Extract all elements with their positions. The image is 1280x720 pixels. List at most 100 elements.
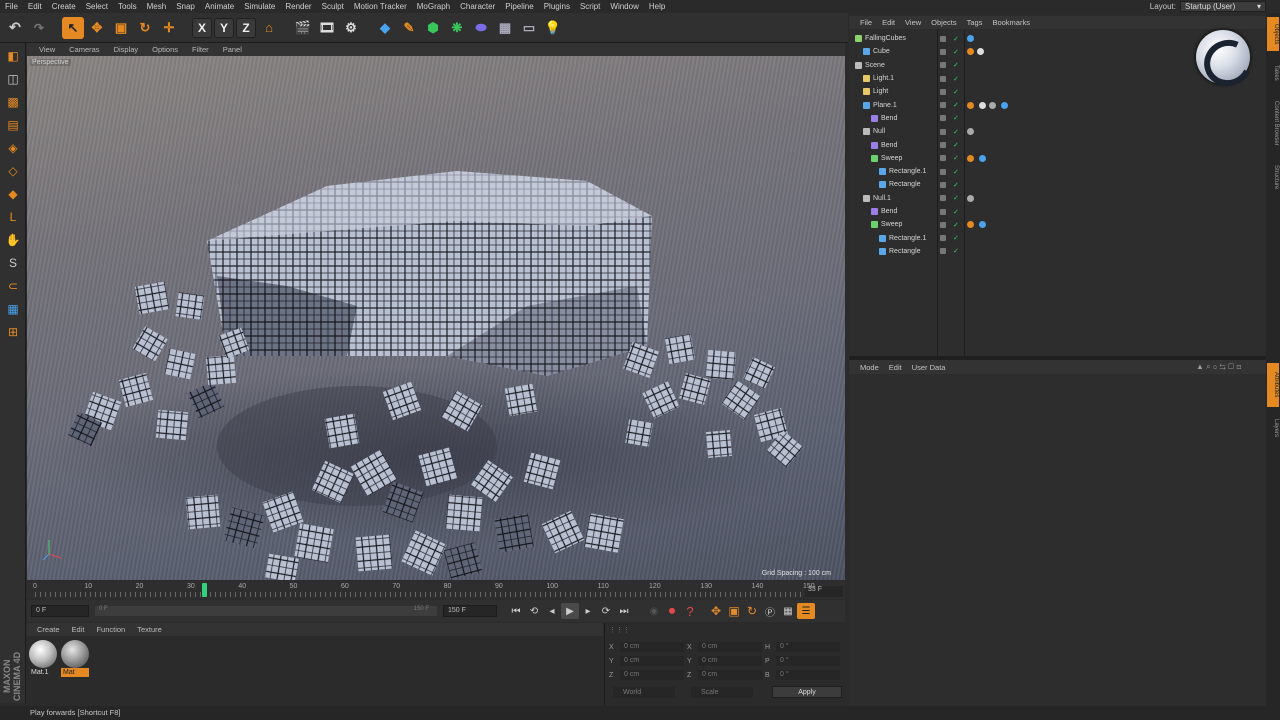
visibility-dots-icon[interactable]	[940, 115, 946, 122]
timeline-window-icon[interactable]: ☰	[797, 603, 815, 619]
object-row[interactable]: Rectangle.1 ✓	[849, 165, 1266, 178]
enabled-check-icon[interactable]: ✓	[953, 194, 959, 202]
visibility-dots-icon[interactable]	[940, 181, 946, 188]
cube-icon[interactable]: ◆	[374, 17, 396, 39]
menu-edit[interactable]: Edit	[23, 2, 47, 11]
tag-icon[interactable]	[979, 154, 986, 162]
tag-icon[interactable]	[1001, 101, 1008, 109]
scale-dropdown[interactable]: Scale	[691, 687, 753, 698]
end-frame-field[interactable]: 150 F	[443, 605, 497, 617]
visibility-dots-icon[interactable]	[940, 128, 946, 135]
make-editable-icon[interactable]: ◧	[2, 46, 24, 66]
layout-select[interactable]: Startup (User) ▾	[1180, 1, 1266, 12]
tab-layers[interactable]: Layers	[1267, 411, 1279, 445]
visibility-dots-icon[interactable]	[940, 221, 946, 228]
object-menu-objects[interactable]: Objects	[926, 18, 961, 27]
menu-simulate[interactable]: Simulate	[239, 2, 280, 11]
visibility-dots-icon[interactable]	[940, 142, 946, 149]
recent-tools-icon[interactable]: ✛	[158, 17, 180, 39]
visibility-dots-icon[interactable]	[940, 48, 946, 55]
attribute-nav-icons[interactable]: ▲ ⌕ ⚬ ⇆ ▢ ⊡	[1196, 362, 1241, 372]
enabled-check-icon[interactable]: ✓	[953, 221, 959, 229]
tag-icon[interactable]	[967, 194, 974, 202]
object-row[interactable]: Light ✓	[849, 85, 1266, 98]
tag-icon[interactable]	[967, 35, 974, 42]
start-frame-field[interactable]: 0 F	[31, 605, 89, 617]
menu-window[interactable]: Window	[605, 2, 643, 11]
menu-create[interactable]: Create	[47, 2, 81, 11]
grid-lock-icon[interactable]: ⊞	[2, 322, 24, 342]
tweak-mode-icon[interactable]: ✋	[2, 230, 24, 250]
enabled-check-icon[interactable]: ✓	[953, 154, 959, 162]
cloner-icon[interactable]: ❋	[446, 17, 468, 39]
enabled-check-icon[interactable]: ✓	[953, 35, 959, 43]
menu-snap[interactable]: Snap	[171, 2, 200, 11]
enabled-check-icon[interactable]: ✓	[953, 128, 959, 136]
viewport-menu-display[interactable]: Display	[108, 45, 145, 54]
menu-script[interactable]: Script	[575, 2, 605, 11]
material-menu-function[interactable]: Function	[90, 625, 131, 634]
pen-icon[interactable]: ✎	[398, 17, 420, 39]
keyframe-selection-icon[interactable]: ?	[681, 603, 699, 619]
enabled-check-icon[interactable]: ✓	[953, 208, 959, 216]
texture-mode-icon[interactable]: ▩	[2, 92, 24, 112]
apply-button[interactable]: Apply	[772, 686, 842, 698]
polygons-mode-icon[interactable]: ◆	[2, 184, 24, 204]
scale-icon[interactable]: ▣	[110, 17, 132, 39]
workplane-grid-icon[interactable]: ▦	[2, 299, 24, 319]
visibility-dots-icon[interactable]	[940, 155, 946, 162]
menu-pipeline[interactable]: Pipeline	[500, 2, 538, 11]
magnet-icon[interactable]: ⊂	[2, 276, 24, 296]
object-menu-bookmarks[interactable]: Bookmarks	[987, 18, 1035, 27]
position-key-icon[interactable]: ✥	[707, 603, 725, 619]
object-row[interactable]: Null ✓	[849, 125, 1266, 138]
visibility-dots-icon[interactable]	[940, 208, 946, 215]
material-menu-texture[interactable]: Texture	[131, 625, 168, 634]
timeline-ruler[interactable]	[35, 592, 805, 597]
viewport-menu-filter[interactable]: Filter	[186, 45, 215, 54]
menu-character[interactable]: Character	[455, 2, 500, 11]
menu-sculpt[interactable]: Sculpt	[317, 2, 349, 11]
playhead[interactable]	[202, 583, 208, 597]
render-view-icon[interactable]: 🎬	[292, 17, 314, 39]
enabled-check-icon[interactable]: ✓	[953, 247, 959, 255]
object-menu-edit[interactable]: Edit	[877, 18, 900, 27]
visibility-dots-icon[interactable]	[940, 75, 946, 82]
material-menu-create[interactable]: Create	[31, 625, 66, 634]
object-row[interactable]: Null.1 ✓	[849, 192, 1266, 205]
menu-mesh[interactable]: Mesh	[142, 2, 172, 11]
coordinate-system-icon[interactable]: ⌂	[258, 17, 280, 39]
autokeying-icon[interactable]: ⏺	[663, 603, 681, 619]
viewport-menu-view[interactable]: View	[33, 45, 61, 54]
camera-icon[interactable]: ▭	[518, 17, 540, 39]
undo-icon[interactable]: ↶	[4, 17, 26, 39]
material-menu-edit[interactable]: Edit	[66, 625, 91, 634]
tag-icon[interactable]	[967, 154, 974, 162]
viewport[interactable]: Perspective Grid Spacing : 100 cm ✥ ⇅ ⟲ …	[27, 56, 845, 580]
tab-takes[interactable]: Takes	[1267, 55, 1279, 91]
menu-select[interactable]: Select	[81, 2, 113, 11]
enabled-check-icon[interactable]: ✓	[953, 61, 959, 69]
render-settings-icon[interactable]: ⚙	[340, 17, 362, 39]
object-row[interactable]: Rectangle.1 ✓	[849, 232, 1266, 245]
menu-plugins[interactable]: Plugins	[539, 2, 575, 11]
go-to-start-icon[interactable]: ⏮	[507, 603, 525, 619]
point-level-icon[interactable]: ▦	[779, 603, 797, 619]
enabled-check-icon[interactable]: ✓	[953, 234, 959, 242]
viewport-menu-options[interactable]: Options	[146, 45, 184, 54]
enabled-check-icon[interactable]: ✓	[953, 48, 959, 56]
enabled-check-icon[interactable]: ✓	[953, 101, 959, 109]
parameter-key-icon[interactable]: Ⓟ	[761, 603, 779, 619]
menu-help[interactable]: Help	[644, 2, 670, 11]
rotate-icon[interactable]: ↻	[134, 17, 156, 39]
rotation-key-icon[interactable]: ↻	[743, 603, 761, 619]
object-row[interactable]: Sweep ✓	[849, 152, 1266, 165]
enabled-check-icon[interactable]: ✓	[953, 181, 959, 189]
world-dropdown[interactable]: World	[613, 687, 675, 698]
workplane-icon[interactable]: ▤	[2, 115, 24, 135]
tag-icon[interactable]	[979, 101, 986, 109]
preview-range-slider[interactable]: 0 F 150 F	[95, 606, 437, 616]
next-frame-icon[interactable]: ▸	[579, 603, 597, 619]
enabled-check-icon[interactable]: ✓	[953, 114, 959, 122]
previous-frame-icon[interactable]: ◂	[543, 603, 561, 619]
